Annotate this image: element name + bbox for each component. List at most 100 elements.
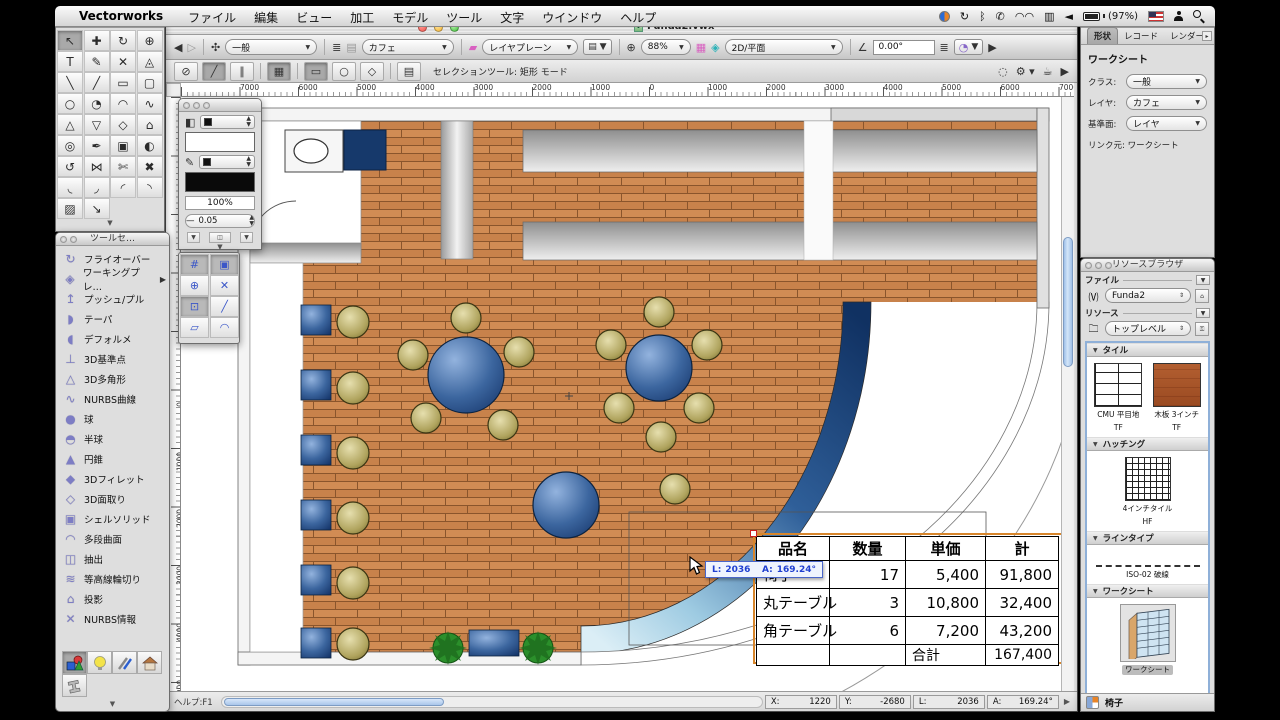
palette-minimize-button[interactable] xyxy=(1095,262,1102,269)
menu-文字[interactable]: 文字 xyxy=(491,11,533,25)
palette-collapse-handle[interactable]: ▼ xyxy=(56,700,169,710)
menu-ウインドウ[interactable]: ウインドウ xyxy=(533,11,611,25)
info-field-dropdown[interactable]: 一般▼ xyxy=(1126,74,1207,89)
home-button[interactable]: ⌂ xyxy=(1195,289,1209,303)
worksheet-cell[interactable]: 3 xyxy=(830,589,906,617)
toolset-item[interactable]: ●球 xyxy=(56,409,169,429)
mode-cabinet[interactable]: ▤ xyxy=(397,62,421,81)
toolset-palette-titlebar[interactable]: ツールセ… xyxy=(56,233,169,246)
tool-regular-polygon[interactable]: ◇ xyxy=(110,114,136,135)
saved-views-icon[interactable]: ✣ xyxy=(211,41,220,54)
worksheet-cell[interactable] xyxy=(830,645,906,666)
render-mode-button[interactable]: ◔ ▼ xyxy=(954,39,984,55)
vertical-scrollbar[interactable] xyxy=(1061,97,1074,693)
lock-button[interactable]: ⚿ xyxy=(1195,322,1209,336)
tool-zoom[interactable]: ⊕ xyxy=(137,30,163,51)
tool-rounded-rectangle[interactable]: ▢ xyxy=(137,72,163,93)
resource-item[interactable]: 木板 3インチTF xyxy=(1148,363,1206,433)
app-menu-title[interactable]: Vectorworks xyxy=(79,9,163,23)
tool-eyedropper[interactable]: ✒ xyxy=(84,135,110,156)
zoom-tool-icon[interactable]: ⊕ xyxy=(627,41,636,54)
menu-編集[interactable]: 編集 xyxy=(245,11,287,25)
toolset-item[interactable]: ◇3D面取り xyxy=(56,489,169,509)
tool-fillet-3[interactable]: ◜ xyxy=(110,177,136,198)
resource-item[interactable]: 4インチタイルHF xyxy=(1119,457,1177,527)
tool-line[interactable]: ╲ xyxy=(57,72,83,93)
tab-overflow-button[interactable]: ▸ xyxy=(1202,31,1212,41)
worksheet-table[interactable]: 品名数量単価計 椅子175,40091,800丸テーブル310,80032,40… xyxy=(756,536,1059,666)
menu-ファイル[interactable]: ファイル xyxy=(179,11,245,25)
time-machine-icon[interactable]: ↻ xyxy=(960,10,969,23)
tab-レコード[interactable]: レコード xyxy=(1118,28,1164,44)
worksheet-cell[interactable]: 17 xyxy=(830,561,906,589)
toolset-item[interactable]: ∿NURBS曲線 xyxy=(56,389,169,409)
tool-trim[interactable]: ✖ xyxy=(137,156,163,177)
mode-rectangle-selection[interactable]: ▭ xyxy=(304,62,328,81)
document-options-button[interactable]: ▤ ▼ xyxy=(583,39,611,55)
snap-tangent-snap[interactable]: ◠ xyxy=(210,317,239,338)
worksheet-cell[interactable]: 10,800 xyxy=(906,589,986,617)
line-endpoints-icon[interactable]: ◫ xyxy=(209,232,231,243)
toolset-dims-notes-button[interactable] xyxy=(112,651,137,674)
multi-view-icon[interactable]: ▦ xyxy=(696,41,706,54)
toolset-visualization-button[interactable] xyxy=(87,651,112,674)
toolset-item[interactable]: ◓半球 xyxy=(56,429,169,449)
tool-oval[interactable]: ◔ xyxy=(84,93,110,114)
toolset-item[interactable]: ▲円錐 xyxy=(56,449,169,469)
view-angle-field[interactable]: 0.00° xyxy=(873,40,935,55)
opacity-field[interactable]: 100% xyxy=(185,196,255,210)
worksheet-cell[interactable]: 角テーブル xyxy=(757,617,830,645)
resource-browser-titlebar[interactable]: リソースブラウザ xyxy=(1081,259,1214,272)
snap-object-snap[interactable]: ▣ xyxy=(210,254,239,275)
worksheet-cell[interactable]: 43,200 xyxy=(986,617,1059,645)
resource-item[interactable]: CMU 平目地TF xyxy=(1089,363,1147,433)
modebar-overflow-arrow[interactable]: ▶ xyxy=(1061,65,1069,78)
statusbar-overflow-arrow[interactable]: ▶ xyxy=(1061,697,1073,706)
tool-rectangle[interactable]: ▭ xyxy=(110,72,136,93)
toolset-item[interactable]: ◠多段曲面 xyxy=(56,529,169,549)
toolset-structural-button[interactable] xyxy=(62,674,87,697)
file-dropdown[interactable]: Funda2⇕ xyxy=(1105,288,1191,303)
tool-clip[interactable]: ▣ xyxy=(110,135,136,156)
menu-モデル[interactable]: モデル xyxy=(383,11,437,25)
palette-close-button[interactable] xyxy=(60,236,67,243)
toolset-item[interactable]: ✕NURBS情報 xyxy=(56,609,169,629)
tool-eraser[interactable]: ▨ xyxy=(57,198,83,219)
layers-icon[interactable]: ≣ xyxy=(332,41,341,54)
worksheet-cell[interactable]: 丸テーブル xyxy=(757,589,830,617)
layer-dropdown[interactable]: カフェ▼ xyxy=(362,39,454,55)
menu-ツール[interactable]: ツール xyxy=(437,11,491,25)
toolset-item[interactable]: ◗テーパ xyxy=(56,309,169,329)
app-status-icon[interactable] xyxy=(939,11,950,22)
tool-attribute-mapping[interactable]: ◐ xyxy=(137,135,163,156)
spotlight-icon[interactable] xyxy=(1193,10,1205,22)
resource-section-header[interactable]: ▼ラインタイプ xyxy=(1087,531,1208,545)
tool-spline[interactable]: ⌂ xyxy=(137,114,163,135)
display-icon[interactable]: ▥ xyxy=(1044,10,1054,23)
snap-angle-snap[interactable]: ⊕ xyxy=(180,275,209,296)
lineweight-dropdown[interactable]: —0.05▲▼ xyxy=(185,214,255,228)
palette-close-button[interactable] xyxy=(1085,262,1092,269)
worksheet-cell[interactable] xyxy=(757,645,830,666)
toolset-building-button[interactable] xyxy=(137,651,162,674)
toolset-item[interactable]: ◖デフォルメ xyxy=(56,329,169,349)
toolset-item[interactable]: △3D多角形 xyxy=(56,369,169,389)
resource-item[interactable]: ワークシート xyxy=(1119,604,1177,675)
tool-3d-locus[interactable]: ◬ xyxy=(137,51,163,72)
snap-smart-point[interactable]: ⊡ xyxy=(180,296,209,317)
folder-dropdown[interactable]: トップレベル⇕ xyxy=(1105,321,1191,336)
resource-section-menu-button[interactable]: ▼ xyxy=(1196,308,1210,318)
tool-mirror[interactable]: ⋈ xyxy=(84,156,110,177)
tool-rotate[interactable]: ↺ xyxy=(57,156,83,177)
resource-item[interactable]: ISO-02 破線 xyxy=(1092,551,1204,580)
tool-polygon[interactable]: △ xyxy=(57,114,83,135)
snap-grid-snap[interactable]: # xyxy=(180,254,209,275)
mode-snap-grid[interactable]: ▦ xyxy=(267,62,291,81)
menu-ビュー[interactable]: ビュー xyxy=(287,11,341,25)
worksheet-cell[interactable]: 32,400 xyxy=(986,589,1059,617)
worksheet-cell[interactable]: 7,200 xyxy=(906,617,986,645)
tab-形状[interactable]: 形状 xyxy=(1087,27,1118,44)
worksheet-cell[interactable]: 合計 xyxy=(906,645,986,666)
tool-pan[interactable]: ✚ xyxy=(84,30,110,51)
menu-ヘルプ[interactable]: ヘルプ xyxy=(611,11,665,25)
